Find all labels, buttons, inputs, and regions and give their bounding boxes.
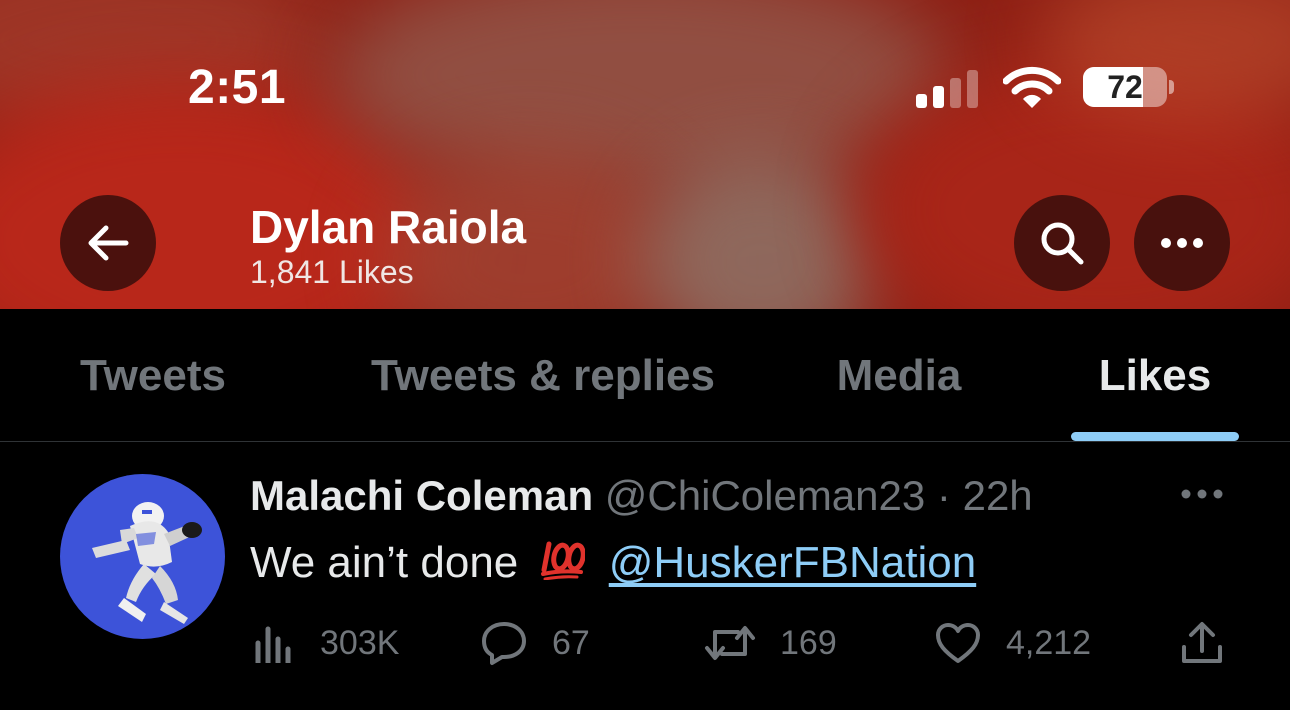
search-button[interactable] xyxy=(1014,195,1110,291)
mention-link[interactable]: @HuskerFBNation xyxy=(609,538,976,587)
author-handle[interactable]: @ChiColeman23 xyxy=(605,472,925,519)
tweet-text: We ain’t done @HuskerFBNation xyxy=(250,538,976,591)
profile-name: Dylan Raiola xyxy=(250,201,527,253)
football-player-image xyxy=(92,502,202,624)
tweet-timestamp[interactable]: 22h xyxy=(963,472,1033,519)
battery-indicator: 72 xyxy=(1083,67,1174,107)
retweet-icon xyxy=(705,626,755,660)
more-horizontal-icon xyxy=(1161,238,1203,248)
heart-icon xyxy=(936,623,980,663)
avatar[interactable] xyxy=(60,474,225,639)
reply-count: 67 xyxy=(552,623,590,662)
status-bar-time: 2:51 xyxy=(188,61,287,114)
tab-likes[interactable]: Likes xyxy=(1080,309,1230,441)
battery-shell: 72 xyxy=(1083,67,1167,107)
retweet-count: 169 xyxy=(780,623,837,662)
reply-bubble-icon xyxy=(482,622,526,665)
reply-button[interactable]: 67 xyxy=(480,618,590,668)
tweet[interactable]: Malachi Coleman @ChiColeman23 · 22h We a… xyxy=(0,442,1290,710)
arrow-left-icon xyxy=(88,225,129,261)
profile-tabs: Tweets Tweets & replies Media Likes xyxy=(0,309,1290,442)
tweet-header: Malachi Coleman @ChiColeman23 · 22h xyxy=(250,472,1033,520)
battery-percent: 72 xyxy=(1107,69,1143,105)
share-icon xyxy=(1182,622,1222,663)
like-button[interactable]: 4,212 xyxy=(934,618,1091,668)
tab-tweets[interactable]: Tweets xyxy=(60,309,246,441)
cellular-signal-icon xyxy=(916,70,978,108)
like-count: 4,212 xyxy=(1006,623,1092,662)
back-button[interactable] xyxy=(60,195,156,291)
hundred-points-emoji xyxy=(539,540,586,591)
tab-tweets-and-replies[interactable]: Tweets & replies xyxy=(350,309,736,441)
analytics-icon xyxy=(255,626,291,663)
views-button[interactable]: 303K xyxy=(254,618,399,668)
battery-nub xyxy=(1169,80,1174,94)
separator-dot: · xyxy=(936,472,951,519)
author-name[interactable]: Malachi Coleman xyxy=(250,472,593,519)
share-button[interactable] xyxy=(1180,618,1248,668)
profile-header-banner: 2:51 72 Dylan Raiola 1,841 Likes xyxy=(0,0,1290,309)
views-count: 303K xyxy=(320,623,400,662)
tweet-text-body: We ain’t done xyxy=(250,538,519,587)
wifi-icon xyxy=(1003,66,1061,108)
search-icon xyxy=(1041,222,1084,265)
more-horizontal-icon[interactable] xyxy=(1180,482,1224,506)
tab-media[interactable]: Media xyxy=(820,309,978,441)
profile-likes-count: 1,841 Likes xyxy=(250,254,414,290)
retweet-button[interactable]: 169 xyxy=(704,618,837,668)
banner-blur-shape xyxy=(330,0,950,190)
active-tab-indicator xyxy=(1071,432,1239,441)
more-options-button[interactable] xyxy=(1134,195,1230,291)
